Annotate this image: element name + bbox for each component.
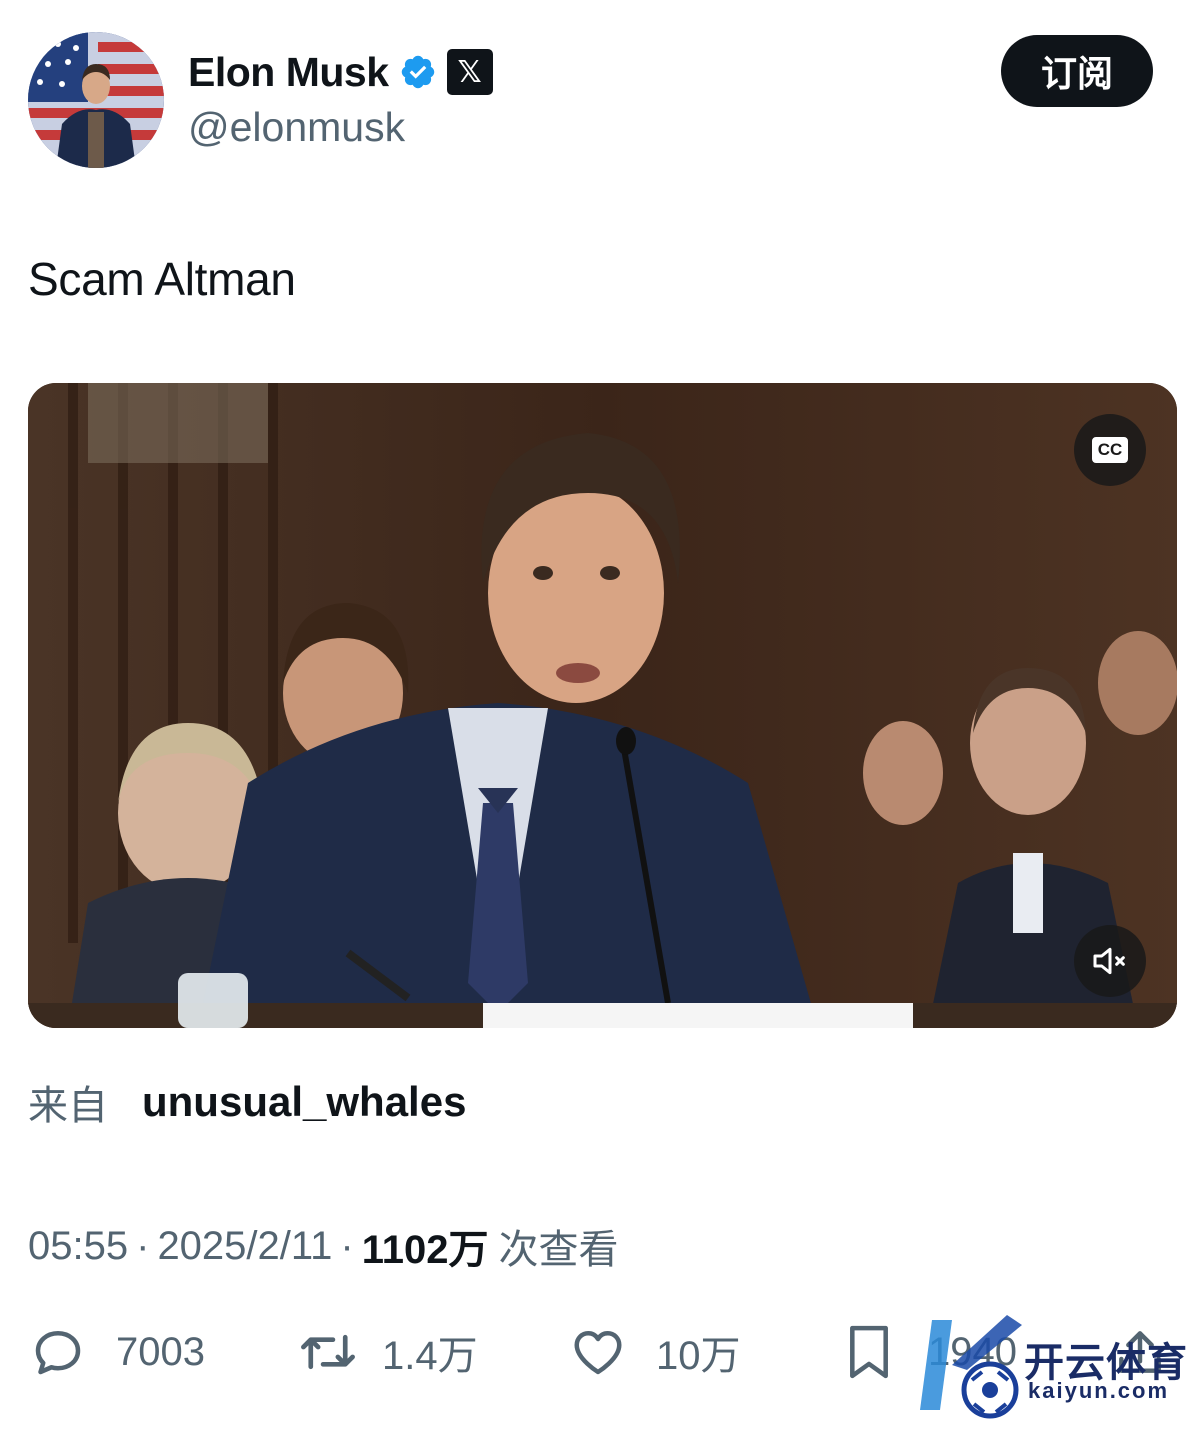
reply-count: 7003 [116, 1329, 205, 1374]
closed-captions-icon: CC [1091, 437, 1129, 463]
bookmark-button[interactable]: 1940 [840, 1322, 1017, 1382]
repost-icon [301, 1334, 355, 1370]
mute-icon [1093, 947, 1125, 975]
video-source: 来自 unusual_whales [28, 1072, 466, 1132]
mute-button[interactable] [1074, 925, 1146, 997]
author-avatar[interactable] [28, 32, 164, 168]
views-count: 1102万 [361, 1228, 489, 1272]
heart-icon [574, 1331, 622, 1375]
video-frame [28, 383, 1177, 1028]
meta-separator: · [136, 1223, 150, 1268]
author-handle[interactable]: @elonmusk [188, 104, 405, 151]
tweet-text: Scam Altman [28, 253, 296, 305]
verified-badge-icon [401, 55, 434, 89]
reply-button[interactable]: 7003 [28, 1322, 205, 1382]
tweet-meta: 05:55 · 2025/2/11 · 1102万 次查看 [28, 1218, 619, 1274]
author-display-name[interactable]: Elon Musk [188, 49, 389, 96]
views-label: 次查看 [498, 1227, 619, 1273]
video-player[interactable]: CC [28, 383, 1177, 1028]
meta-separator: · [340, 1223, 354, 1268]
bookmark-count: 1940 [928, 1329, 1017, 1374]
tweet-time[interactable]: 05:55 [28, 1224, 128, 1269]
share-button[interactable] [1112, 1322, 1168, 1382]
closed-captions-button[interactable]: CC [1074, 414, 1146, 486]
repost-count: 1.4万 [382, 1334, 478, 1378]
like-count: 10万 [656, 1334, 741, 1378]
like-button[interactable]: 10万 [568, 1322, 741, 1382]
share-icon [1119, 1331, 1161, 1373]
subscribe-button[interactable]: 订阅 [1001, 35, 1153, 107]
bookmark-icon [850, 1325, 888, 1379]
author-name-row: Elon Musk 𝕏 [188, 44, 493, 100]
x-affiliation-badge-icon: 𝕏 [446, 49, 493, 95]
source-username-link[interactable]: unusual_whales [142, 1078, 466, 1126]
repost-button[interactable]: 1.4万 [296, 1322, 478, 1382]
source-prefix: 来自 [28, 1083, 108, 1129]
tweet-date[interactable]: 2025/2/11 [157, 1224, 332, 1269]
reply-icon [35, 1331, 81, 1375]
